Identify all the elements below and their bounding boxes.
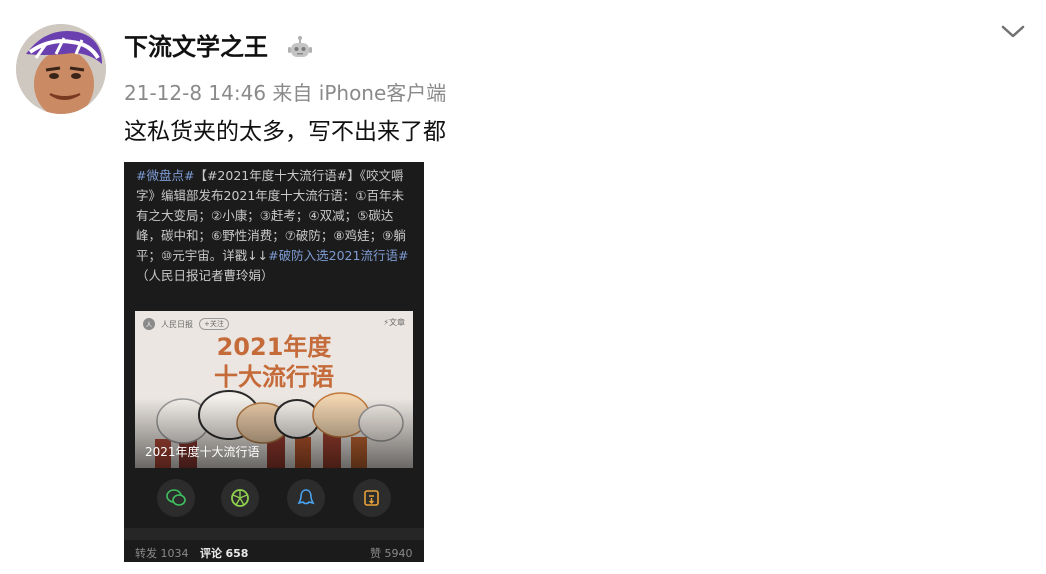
robot-icon [286, 34, 314, 62]
divider [124, 528, 424, 540]
article-publisher: 人民日报 [161, 319, 193, 329]
username[interactable]: 下流文学之王 [124, 32, 268, 62]
like-stat[interactable]: 赞 5940 [370, 545, 413, 561]
share-row [124, 479, 424, 519]
stats-row: 转发 1034 评论 658 赞 5940 [124, 540, 424, 562]
hashtag-title: 【#2021年度十大流行语#】 [194, 168, 360, 183]
post-image[interactable]: #微盘点#【#2021年度十大流行语#】《咬文嚼字》编辑部发布2021年度十大流… [124, 162, 424, 562]
article-title-line1: 2021年度 [216, 333, 332, 361]
post-text: 这私货夹的太多，写不出来了都 [124, 119, 446, 145]
hashtag-link: #破防入选2021流行语# [268, 248, 409, 263]
like-label: 赞 [370, 547, 381, 560]
article-kind-label: ⚡文章 [383, 318, 405, 327]
comment-stat[interactable]: 评论 658 [200, 545, 248, 561]
save-icon[interactable] [353, 479, 391, 517]
avatar[interactable] [16, 24, 106, 114]
article-caption: 2021年度十大流行语 [145, 445, 260, 459]
hashtag-link: #微盘点# [136, 168, 195, 183]
follow-button[interactable]: +关注 [199, 318, 229, 330]
chevron-down-icon[interactable] [998, 20, 1028, 44]
repost-count: 1034 [160, 547, 189, 560]
article-header: 人 人民日报 +关注 [143, 317, 229, 331]
comment-label: 评论 [200, 547, 222, 560]
article-title-line2: 十大流行语 [214, 363, 334, 391]
moments-icon[interactable] [221, 479, 259, 517]
screenshot-credit: （人民日报记者曹玲娟） [136, 268, 274, 283]
post-meta: 21-12-8 14:46 来自 iPhone客户端 [124, 80, 446, 106]
repost-stat[interactable]: 转发 1034 [135, 545, 189, 561]
like-count: 5940 [384, 547, 413, 560]
wechat-icon[interactable] [157, 479, 195, 517]
people-daily-logo: 人 [143, 318, 155, 330]
weibo-post: 下流文学之王 21-12-8 14:46 来自 iPhone客户端 这私货夹的太… [0, 0, 1046, 574]
post-source[interactable]: 来自 iPhone客户端 [272, 81, 446, 105]
article-card: 人 人民日报 +关注 ⚡文章 2021年度 十大流行语 2021年度十大流行语 [135, 311, 413, 468]
comment-count: 658 [225, 547, 249, 560]
timestamp: 21-12-8 14:46 [124, 81, 267, 105]
screenshot-text: #微盘点#【#2021年度十大流行语#】《咬文嚼字》编辑部发布2021年度十大流… [136, 166, 416, 286]
qq-icon[interactable] [287, 479, 325, 517]
repost-label: 转发 [135, 547, 157, 560]
